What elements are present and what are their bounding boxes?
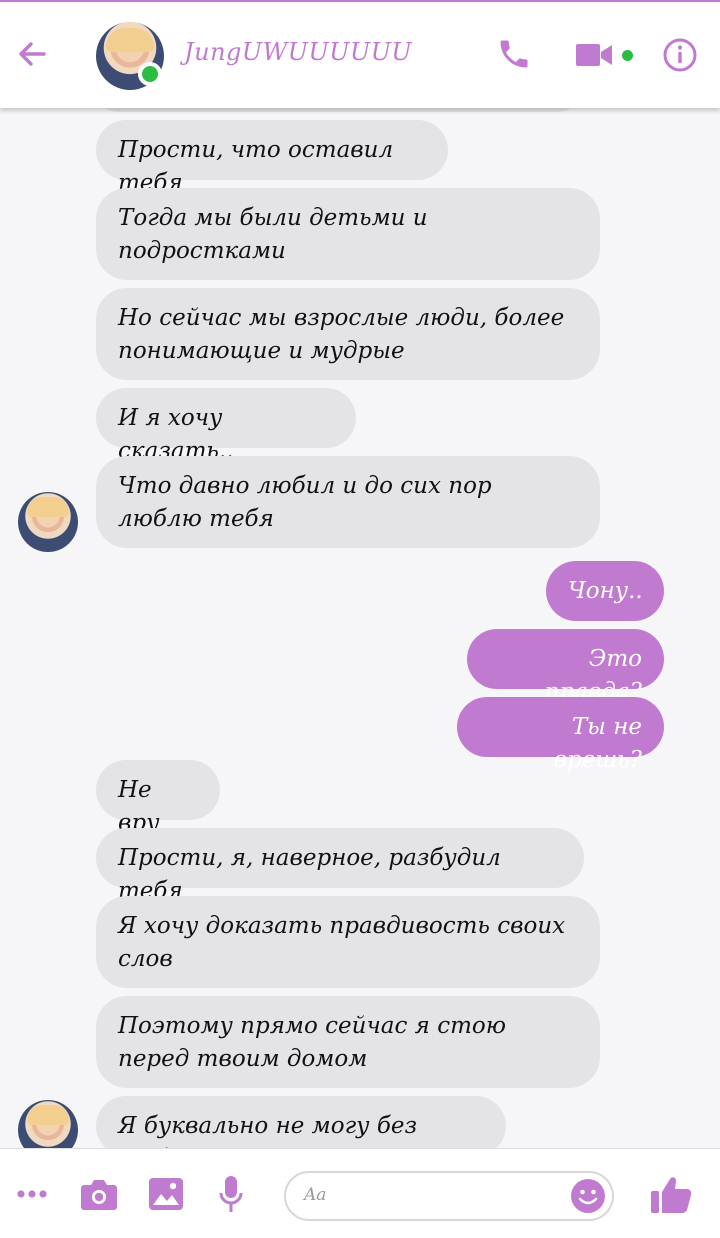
emoji-icon[interactable] <box>570 1178 606 1214</box>
contact-name[interactable]: JungUWUUUUUU <box>184 38 412 66</box>
message-bubble-incoming[interactable]: Тогда мы были детьми и подростками <box>96 188 600 280</box>
message-bubble-outgoing[interactable]: Это правда? <box>467 629 664 705</box>
message-bubble-incoming[interactable]: Но сейчас мы взрослые люди, более понима… <box>96 288 600 380</box>
video-active-dot <box>622 50 633 61</box>
message-bubble-outgoing[interactable]: Чону.. <box>546 561 664 621</box>
online-status-dot <box>138 62 162 86</box>
message-bubble-incoming[interactable]: Прости, я, наверное, разбудил тебя <box>96 828 584 904</box>
message-bubble-incoming[interactable]: Что давно любил и до сих пор люблю тебя <box>96 456 600 548</box>
more-dots-icon[interactable] <box>16 1189 48 1199</box>
chat-header: JungUWUUUUUU <box>0 0 720 108</box>
image-icon[interactable] <box>148 1177 184 1211</box>
camera-icon[interactable] <box>80 1177 118 1211</box>
info-icon[interactable] <box>662 37 698 73</box>
composer-bar: Aa <box>0 1148 720 1238</box>
message-input[interactable]: Aa <box>284 1171 614 1221</box>
message-bubble-incoming[interactable]: Я буквально не могу без тебя <box>96 1096 506 1148</box>
back-arrow-icon[interactable] <box>14 36 50 72</box>
sender-avatar[interactable] <box>18 492 78 552</box>
message-bubble-partial <box>96 108 580 112</box>
video-camera-icon[interactable] <box>574 40 614 70</box>
message-bubble-incoming[interactable]: Поэтому прямо сейчас я стою перед твоим … <box>96 996 600 1088</box>
message-bubble-outgoing[interactable]: Ты не врешь? <box>457 697 664 773</box>
microphone-icon[interactable] <box>218 1175 244 1215</box>
sender-avatar[interactable] <box>18 1100 78 1148</box>
message-bubble-incoming[interactable]: И я хочу сказать.. <box>96 388 356 464</box>
thumbs-up-icon[interactable] <box>650 1175 692 1215</box>
message-bubble-incoming[interactable]: Прости, что оставил тебя <box>96 120 448 196</box>
phone-icon[interactable] <box>496 36 532 72</box>
message-list[interactable]: Прости, что оставил тебя Тогда мы были д… <box>0 108 720 1148</box>
message-bubble-incoming[interactable]: Я хочу доказать правдивость своих слов <box>96 896 600 988</box>
message-input-placeholder: Aa <box>304 1185 327 1205</box>
message-bubble-incoming[interactable]: Не вру <box>96 760 220 836</box>
